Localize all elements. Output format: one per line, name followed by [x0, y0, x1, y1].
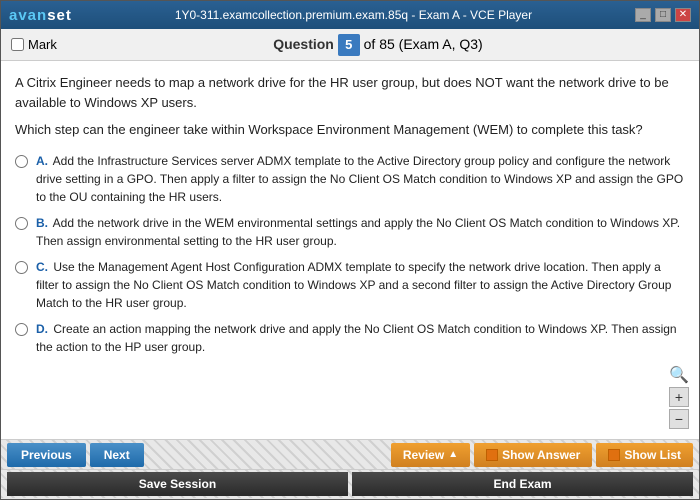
review-arrow-icon: ▲ [448, 449, 458, 460]
mark-checkbox[interactable] [11, 38, 24, 51]
mark-container: Mark [11, 37, 57, 52]
header-bar: Mark Question 5 of 85 (Exam A, Q3) [1, 29, 699, 61]
next-button[interactable]: Next [90, 443, 144, 467]
zoom-out-button[interactable]: − [669, 409, 689, 429]
end-exam-button[interactable]: End Exam [352, 472, 693, 496]
show-list-label: Show List [624, 448, 681, 462]
show-answer-label: Show Answer [502, 448, 580, 462]
option-a: A. Add the Infrastructure Services serve… [15, 152, 685, 206]
question-text: Question [273, 36, 334, 52]
options-list: A. Add the Infrastructure Services serve… [15, 152, 685, 356]
save-session-button[interactable]: Save Session [7, 472, 348, 496]
review-label: Review [403, 448, 444, 462]
window-controls: _ □ ✕ [635, 8, 691, 22]
bottom-bar: Previous Next Review ▲ Show Answer Show … [1, 439, 699, 499]
option-d-radio[interactable] [15, 323, 28, 336]
question-task: Which step can the engineer take within … [15, 120, 685, 140]
option-c: C. Use the Management Agent Host Configu… [15, 258, 685, 312]
zoom-controls: 🔍 + − [669, 365, 689, 429]
option-b-radio[interactable] [15, 217, 28, 230]
show-list-button[interactable]: Show List [596, 443, 693, 467]
question-label: Question 5 of 85 (Exam A, Q3) [273, 34, 483, 56]
maximize-button[interactable]: □ [655, 8, 671, 22]
option-a-radio[interactable] [15, 155, 28, 168]
app-window: avanset 1Y0-311.examcollection.premium.e… [0, 0, 700, 500]
option-c-text: C. Use the Management Agent Host Configu… [36, 258, 685, 312]
minimize-button[interactable]: _ [635, 8, 651, 22]
review-button[interactable]: Review ▲ [391, 443, 470, 467]
option-d-text: D. Create an action mapping the network … [36, 320, 685, 356]
option-a-text: A. Add the Infrastructure Services serve… [36, 152, 685, 206]
action-row: Save Session End Exam [1, 470, 699, 498]
title-bar: avanset 1Y0-311.examcollection.premium.e… [1, 1, 699, 29]
previous-button[interactable]: Previous [7, 443, 86, 467]
show-list-icon [608, 449, 620, 461]
app-title: 1Y0-311.examcollection.premium.exam.85q … [175, 8, 532, 22]
nav-row: Previous Next Review ▲ Show Answer Show … [1, 440, 699, 470]
question-number: 5 [338, 34, 360, 56]
show-answer-icon [486, 449, 498, 461]
question-total: of 85 (Exam A, Q3) [364, 36, 483, 52]
zoom-in-button[interactable]: + [669, 387, 689, 407]
logo: avanset [9, 7, 72, 24]
close-button[interactable]: ✕ [675, 8, 691, 22]
option-b-text: B. Add the network drive in the WEM envi… [36, 214, 685, 250]
option-d: D. Create an action mapping the network … [15, 320, 685, 356]
show-answer-button[interactable]: Show Answer [474, 443, 592, 467]
option-c-radio[interactable] [15, 261, 28, 274]
search-icon[interactable]: 🔍 [669, 365, 689, 385]
mark-label: Mark [28, 37, 57, 52]
title-bar-left: avanset [9, 7, 72, 24]
option-b: B. Add the network drive in the WEM envi… [15, 214, 685, 250]
content-area: A Citrix Engineer needs to map a network… [1, 61, 699, 439]
question-context: A Citrix Engineer needs to map a network… [15, 73, 685, 112]
